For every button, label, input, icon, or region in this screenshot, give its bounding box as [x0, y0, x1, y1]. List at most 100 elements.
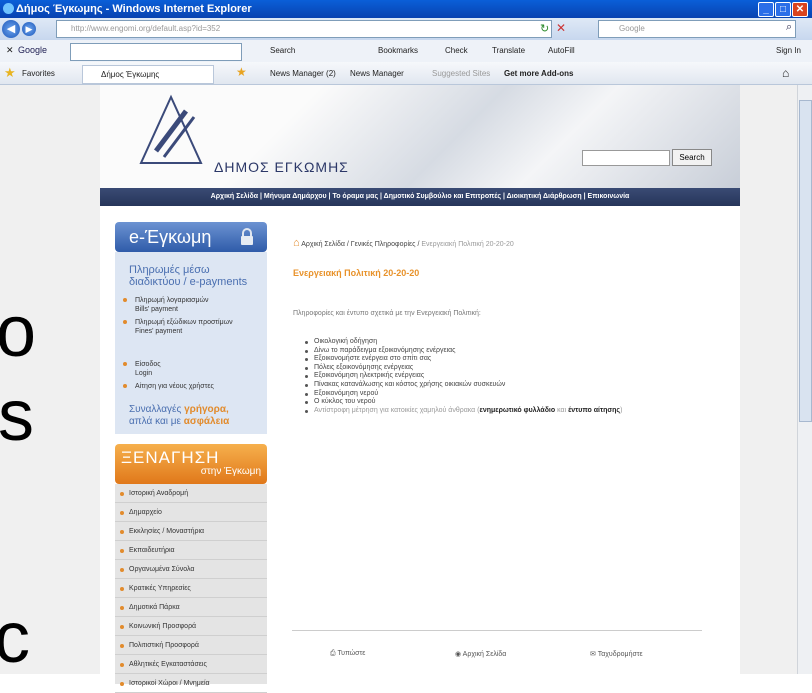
tour-item-label: Κοινωνική Προσφορά: [129, 623, 197, 630]
bullet-icon: [120, 511, 124, 515]
mail-label: Ταχυδρομήστε: [597, 651, 643, 658]
favorites-star-icon[interactable]: ★: [4, 65, 16, 81]
google-search-input[interactable]: [70, 43, 242, 61]
toolbar-search[interactable]: Search: [270, 46, 295, 55]
favorites-add-icon[interactable]: ★: [236, 65, 247, 79]
minimize-button[interactable]: _: [758, 2, 774, 17]
page-title: Ενεργειακή Πολιτική 20-20-20: [293, 268, 420, 278]
fav-link-suggested-sites[interactable]: Suggested Sites: [432, 69, 490, 78]
mail-icon: ✉: [590, 651, 596, 658]
tagline-1: Συναλλαγές: [129, 404, 182, 415]
toolbar-bookmarks[interactable]: Bookmarks: [378, 46, 418, 55]
bills-payment-link[interactable]: Πληρωμή λογαριασμών Bills' payment: [123, 296, 209, 314]
search-input[interactable]: Google: [598, 20, 796, 38]
bullet-icon: [120, 568, 124, 572]
tour-item[interactable]: Δημαρχείο: [115, 503, 267, 522]
home-footer-link[interactable]: ◉ Αρχική Σελίδα: [455, 650, 506, 658]
fav-link-news-manager-2[interactable]: News Manager (2): [270, 69, 336, 78]
tour-item-label: Ιστορική Αναδρομή: [129, 490, 189, 497]
tour-item[interactable]: Ιστορική Αναδρομή: [115, 484, 267, 503]
bullet-icon: [123, 298, 127, 302]
site-nav[interactable]: Αρχική Σελίδα | Μήνυμα Δημάρχου | Το όρα…: [100, 188, 740, 206]
tour-item[interactable]: Εκπαιδευτήρια: [115, 541, 267, 560]
tour-item[interactable]: Πολιτιστική Προσφορά: [115, 636, 267, 655]
energy-list-item[interactable]: Εξοικονόμηση νερού: [305, 390, 622, 399]
energy-list-item-last: Αντίστροφη μέτρηση για κατοικίες χαμηλού…: [305, 407, 622, 416]
site-name: ΔΗΜΟΣ ΕΓΚΩΜΗΣ: [214, 159, 349, 175]
bullet-icon: [120, 530, 124, 534]
favorites-bar: ★ Favorites Δήμος Έγκωμης ★ News Manager…: [0, 62, 812, 85]
bullet-icon: [120, 644, 124, 648]
energy-list-item[interactable]: Οικολογική οδήγηση: [305, 338, 622, 347]
tour-item[interactable]: Κρατικές Υπηρεσίες: [115, 579, 267, 598]
favorites-label[interactable]: Favorites: [22, 69, 55, 78]
energy-list-item[interactable]: Εξοικονομήστε ενέργεια στο σπίτι σας: [305, 355, 622, 364]
bullet-icon: [120, 492, 124, 496]
stop-icon[interactable]: ✕: [556, 21, 566, 35]
email-link[interactable]: ✉ Ταχυδρομήστε: [590, 650, 643, 658]
tour-item[interactable]: Εκκλησίες / Μοναστήρια: [115, 522, 267, 541]
tour-subtitle: στην Έγκωμη: [200, 466, 261, 477]
fav-link-news-manager[interactable]: News Manager: [350, 69, 404, 78]
site-search-input[interactable]: [582, 150, 670, 166]
fav-link-add-ons[interactable]: Get more Add-ons: [504, 69, 573, 78]
forward-button[interactable]: ▶: [22, 22, 36, 36]
energy-list-item[interactable]: Ο κύκλος του νερού: [305, 398, 622, 407]
print-link[interactable]: ⎙ Τυπώστε: [330, 650, 365, 658]
tour-item-label: Πολιτιστική Προσφορά: [129, 642, 199, 649]
login-link[interactable]: Είσοδος Login: [123, 360, 161, 378]
tour-item[interactable]: Αθλητικές Εγκαταστάσεις: [115, 655, 267, 674]
breadcrumb-section[interactable]: Γενικές Πληροφορίες: [351, 241, 416, 248]
last-item-end: ): [620, 406, 623, 414]
close-toolbar-icon[interactable]: ✕: [6, 45, 14, 56]
scrollbar-thumb[interactable]: [799, 100, 812, 422]
bills-sub: Bills' payment: [135, 306, 178, 313]
site-search-button[interactable]: Search: [672, 149, 712, 166]
brochure-link[interactable]: ενημερωτικό φυλλάδιο: [480, 407, 556, 414]
window-title-bar: Δήμος Έγκωμης - Windows Internet Explore…: [0, 0, 812, 18]
maximize-button[interactable]: □: [775, 2, 791, 17]
breadcrumb-home[interactable]: Αρχική Σελίδα: [301, 241, 345, 248]
tour-item-label: Αθλητικές Εγκαταστάσεις: [129, 661, 207, 668]
back-button[interactable]: ◀: [2, 20, 20, 38]
bullet-icon: [120, 625, 124, 629]
tour-item-label: Ιστορικοί Χώροι / Μνημεία: [129, 680, 210, 687]
home-icon[interactable]: ⌂: [782, 66, 789, 80]
bullet-icon: [123, 362, 127, 366]
toolbar-check[interactable]: Check: [445, 46, 468, 55]
energy-list-item[interactable]: Δίνω το παράδειγμα εξοικονόμησης ενέργει…: [305, 347, 622, 356]
breadcrumb-sep: /: [346, 241, 349, 248]
new-user-label: Αίτηση για νέους χρήστες: [135, 383, 214, 390]
search-icon[interactable]: ⌕: [786, 21, 792, 34]
tour-item-label: Οργανωμένα Σύνολα: [129, 566, 195, 573]
tour-item-label: Κρατικές Υπηρεσίες: [129, 585, 191, 592]
slide-letter-o: o: [0, 292, 37, 372]
sign-in-link[interactable]: Sign In: [776, 46, 801, 55]
address-input[interactable]: http://www.engomi.org/default.asp?id=352: [56, 20, 552, 38]
fines-sub: Fines' payment: [135, 328, 183, 335]
tour-item[interactable]: Κοινωνική Προσφορά: [115, 617, 267, 636]
login-label: Είσοδος: [135, 361, 161, 368]
application-form-link[interactable]: έντυπο αίτησης: [568, 407, 620, 414]
google-label: Google: [18, 45, 48, 55]
tour-item[interactable]: Ιστορικοί Χώροι / Μνημεία: [115, 674, 267, 693]
home-breadcrumb-icon[interactable]: ⌂: [293, 237, 300, 249]
bills-label: Πληρωμή λογαριασμών: [135, 297, 209, 304]
refresh-icon[interactable]: ↻: [540, 22, 549, 35]
energy-list-item[interactable]: Πίνακας κατανάλωσης και κόστος χρήσης οι…: [305, 381, 622, 390]
tagline-4: ασφάλεια: [183, 416, 230, 427]
fines-payment-link[interactable]: Πληρωμή εξώδικων προστίμων Fines' paymen…: [123, 318, 235, 336]
tour-item-label: Δημοτικά Πάρκα: [129, 604, 180, 611]
toolbar-autofill[interactable]: AutoFill: [548, 46, 575, 55]
close-button[interactable]: ✕: [792, 2, 808, 17]
home-footer-label: Αρχική Σελίδα: [462, 651, 507, 658]
toolbar-translate[interactable]: Translate: [492, 46, 525, 55]
tab-current[interactable]: Δήμος Έγκωμης: [82, 65, 214, 84]
new-user-link[interactable]: Αίτηση για νέους χρήστες: [123, 382, 214, 391]
energy-list-item[interactable]: Εξοικονόμηση ηλεκτρικής ενέργειας: [305, 372, 622, 381]
tour-item[interactable]: Δημοτικά Πάρκα: [115, 598, 267, 617]
tour-item[interactable]: Οργανωμένα Σύνολα: [115, 560, 267, 579]
print-icon: ⎙: [330, 650, 336, 657]
energy-list: Οικολογική οδήγηση Δίνω το παράδειγμα εξο…: [305, 338, 622, 415]
eservices-tagline: Συναλλαγές γρήγορα, απλά και με ασφάλεια: [129, 404, 229, 428]
